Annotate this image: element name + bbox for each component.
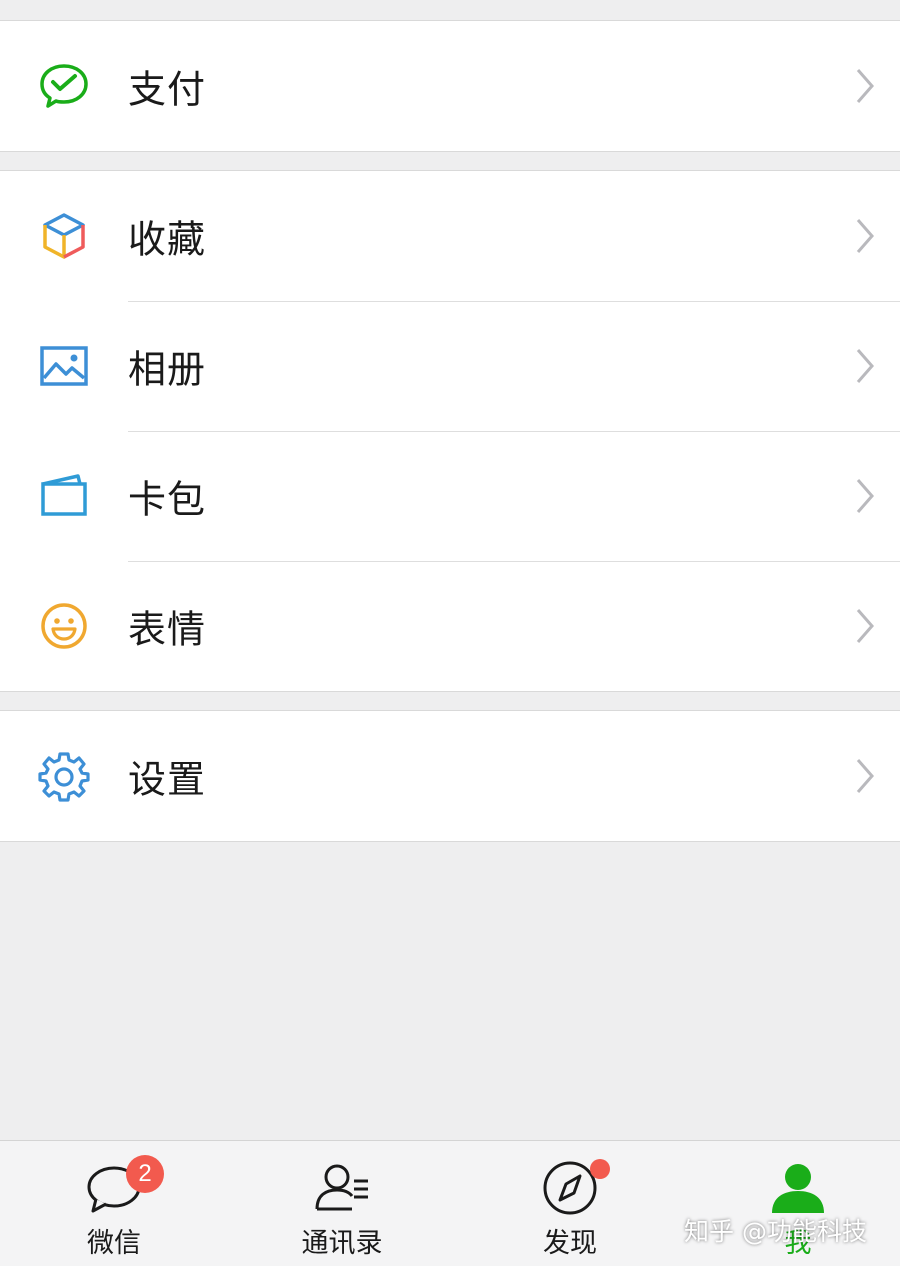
menu-item-stickers[interactable]: 表情 <box>0 561 900 691</box>
watermark: 知乎 @功能科技 <box>684 1217 867 1246</box>
notification-dot <box>590 1159 610 1179</box>
tab-label: 发现 <box>543 1228 597 1259</box>
menu-item-cards[interactable]: 卡包 <box>0 431 900 561</box>
menu-item-label: 设置 <box>128 757 207 802</box>
chevron-right-icon <box>856 609 874 643</box>
cube-icon <box>38 210 90 262</box>
tab-chats[interactable]: 2 微信 <box>34 1141 194 1266</box>
picture-icon <box>38 340 90 392</box>
chevron-right-icon <box>856 219 874 253</box>
contacts-icon <box>315 1164 368 1211</box>
chevron-right-icon <box>856 349 874 383</box>
menu-item-label: 相册 <box>128 347 207 392</box>
tab-label: 通讯录 <box>301 1228 383 1259</box>
menu-item-album[interactable]: 相册 <box>0 301 900 431</box>
menu-group-settings: 设置 <box>0 710 900 842</box>
menu-group-pay: 支付 <box>0 20 900 152</box>
menu-item-label: 收藏 <box>128 217 207 262</box>
tab-discover[interactable]: 发现 <box>490 1141 650 1266</box>
smiley-icon <box>38 600 90 652</box>
chevron-right-icon <box>856 479 874 513</box>
chevron-right-icon <box>856 759 874 793</box>
menu-group-tools: 收藏 相册 卡包 表情 <box>0 170 900 692</box>
menu-item-pay[interactable]: 支付 <box>0 21 900 151</box>
chevron-right-icon <box>856 69 874 103</box>
menu-item-label: 支付 <box>128 67 207 112</box>
menu-item-label: 表情 <box>128 607 207 652</box>
wechat-pay-icon <box>38 60 90 112</box>
menu-item-favorites[interactable]: 收藏 <box>0 171 900 301</box>
person-icon <box>772 1164 824 1213</box>
tab-label: 微信 <box>87 1228 141 1259</box>
tab-contacts[interactable]: 通讯录 <box>262 1141 422 1266</box>
unread-badge: 2 <box>126 1155 164 1193</box>
menu-item-settings[interactable]: 设置 <box>0 711 900 841</box>
gear-icon <box>38 750 90 802</box>
wallet-card-icon <box>38 470 90 522</box>
menu-item-label: 卡包 <box>128 477 207 522</box>
